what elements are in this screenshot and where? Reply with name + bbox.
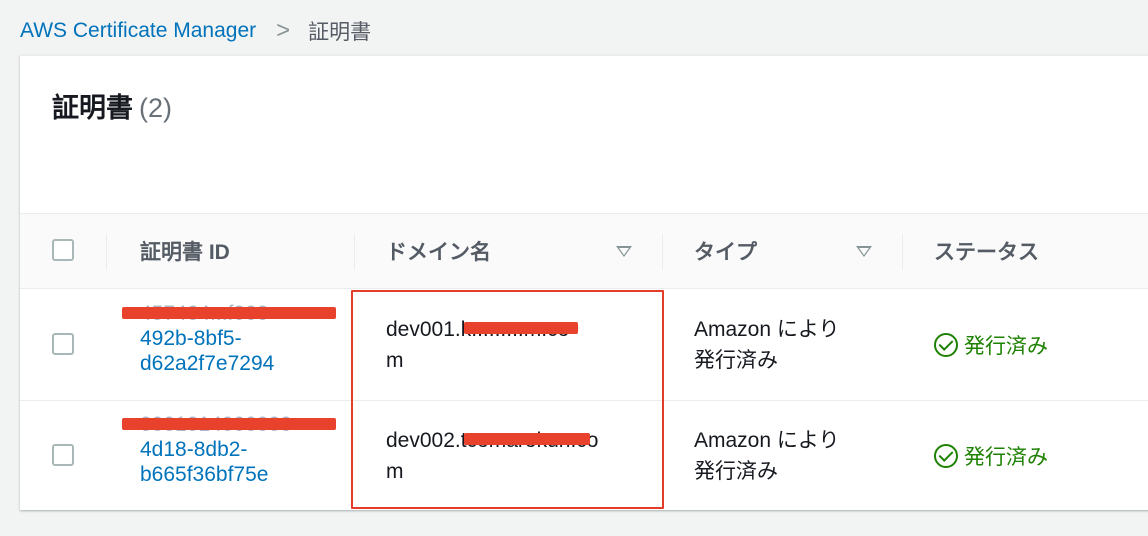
type-line: Amazon により xyxy=(694,318,840,341)
certificate-count: (2) xyxy=(139,93,172,123)
domain-name-line: m xyxy=(386,349,404,372)
redaction-mark xyxy=(122,307,336,319)
redaction-mark xyxy=(122,418,336,430)
column-header-type[interactable]: タイプ xyxy=(694,214,757,288)
redaction-mark xyxy=(464,322,578,334)
type-line: Amazon により xyxy=(694,429,840,452)
certificate-id-line: b665f36bf75e xyxy=(140,463,269,486)
table-row[interactable]: 0001014000000 4d18-8db2- b665f36bf75e de… xyxy=(20,401,1148,512)
chevron-right-icon: > xyxy=(276,17,291,44)
panel-title-text: 証明書 xyxy=(52,93,133,123)
column-label-id: 証明書 ID xyxy=(140,241,230,264)
column-label-domain: ドメイン名 xyxy=(386,241,491,264)
column-label-type: タイプ xyxy=(694,241,757,264)
column-label-status: ステータス xyxy=(934,241,1039,264)
redaction-mark xyxy=(464,433,590,445)
check-circle-icon xyxy=(934,333,958,357)
certificate-type: Amazon により 発行済み xyxy=(694,314,874,376)
breadcrumb: AWS Certificate Manager > 証明書 xyxy=(20,17,371,45)
type-line: 発行済み xyxy=(694,460,778,483)
page-title: 証明書 (2) xyxy=(52,86,172,125)
certificate-id-line: 4d18-8db2- xyxy=(140,438,248,461)
certificate-id-line: d62a2f7e7294 xyxy=(140,352,275,375)
column-header-domain[interactable]: ドメイン名 xyxy=(386,214,491,288)
row-checkbox[interactable] xyxy=(52,444,74,466)
column-header-id[interactable]: 証明書 ID xyxy=(140,214,230,288)
select-all-checkbox[interactable] xyxy=(52,239,74,261)
column-divider xyxy=(106,234,107,270)
type-line: 発行済み xyxy=(694,349,778,372)
status-text: 発行済み xyxy=(964,446,1048,469)
table-header: 証明書 ID ドメイン名 タイプ ステータス xyxy=(20,213,1148,289)
sort-down-icon[interactable] xyxy=(616,246,632,257)
certificate-id-line: 492b-8bf5- xyxy=(140,327,242,350)
domain-name-line: m xyxy=(386,460,404,483)
status-badge: 発行済み xyxy=(934,441,1048,471)
column-divider xyxy=(354,234,355,270)
certificate-type: Amazon により 発行済み xyxy=(694,425,874,487)
breadcrumb-link-acm[interactable]: AWS Certificate Manager xyxy=(20,19,256,43)
row-checkbox[interactable] xyxy=(52,333,74,355)
column-header-status[interactable]: ステータス xyxy=(934,214,1039,288)
check-circle-icon xyxy=(934,444,958,468)
certificates-panel: 証明書(2) 証明書 ID ドメイン名 タイプ ステータス 457464...f… xyxy=(20,55,1148,510)
table-row[interactable]: 457464...f000 492b-8bf5- d62a2f7e7294 de… xyxy=(20,290,1148,401)
status-badge: 発行済み xyxy=(934,330,1048,360)
column-divider xyxy=(902,234,903,270)
column-divider xyxy=(662,234,663,270)
sort-down-icon[interactable] xyxy=(856,246,872,257)
breadcrumb-current: 証明書 xyxy=(308,21,372,44)
status-text: 発行済み xyxy=(964,335,1048,358)
